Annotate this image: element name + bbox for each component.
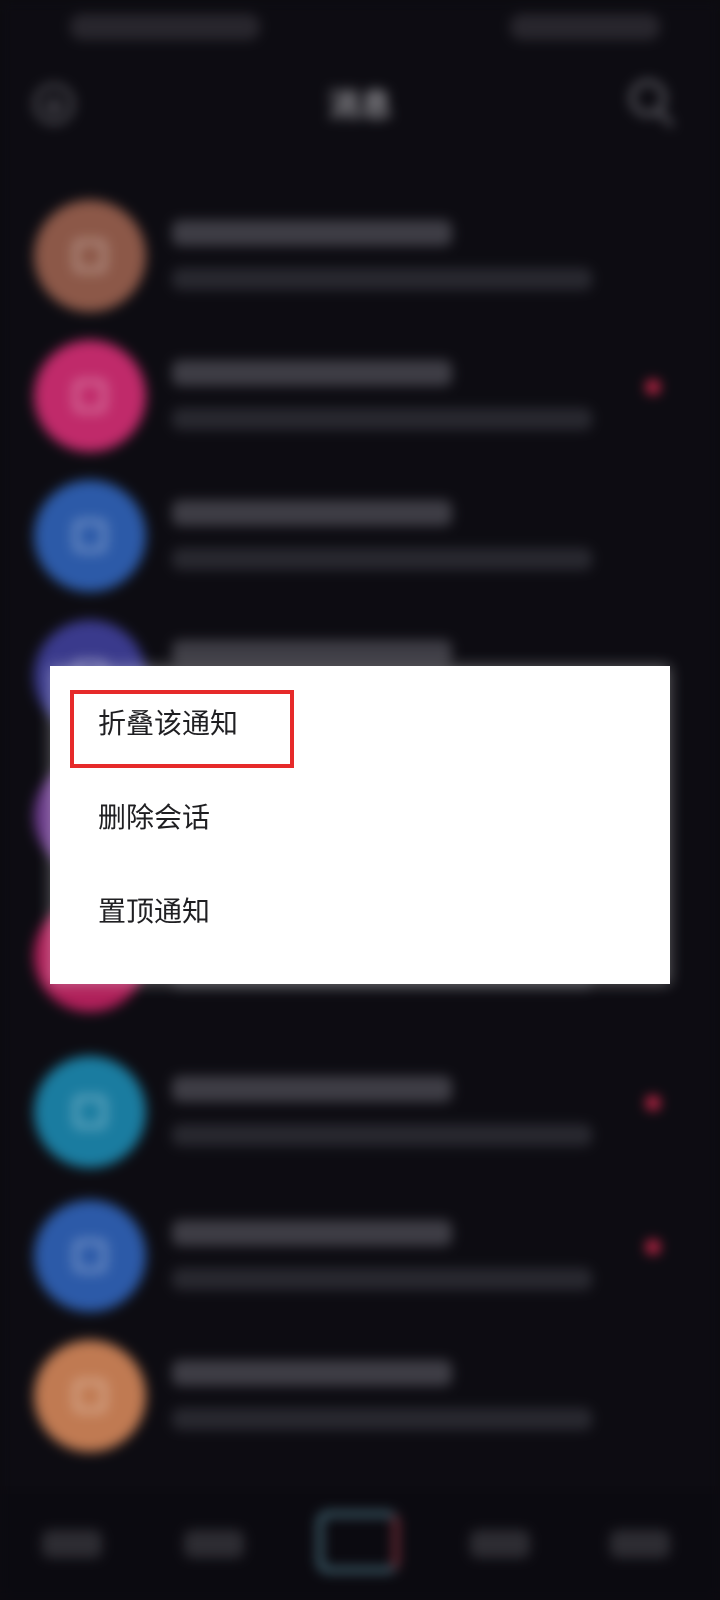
battery-time	[510, 14, 660, 40]
list-item[interactable]	[0, 1046, 720, 1186]
carrier-signal	[70, 14, 260, 40]
status-bar	[0, 0, 720, 56]
conversation-preview	[172, 548, 592, 570]
conversation-preview	[172, 1408, 592, 1430]
bottom-tab-bar	[0, 1490, 720, 1600]
avatar	[34, 1340, 146, 1452]
pin-notification-menu-item[interactable]: 置顶通知	[98, 892, 210, 932]
conversation-preview	[172, 1268, 592, 1290]
conversation-preview	[172, 1124, 592, 1146]
avatar	[34, 1056, 146, 1168]
avatar-icon	[74, 1380, 106, 1412]
create-button[interactable]	[318, 1512, 398, 1572]
context-menu: 折叠该通知 删除会话 置顶通知	[50, 666, 670, 984]
tab-home[interactable]	[42, 1530, 102, 1558]
unread-dot	[646, 380, 660, 394]
avatar	[34, 1200, 146, 1312]
conversation-title	[172, 220, 452, 246]
avatar-icon	[74, 1096, 106, 1128]
avatar	[34, 200, 146, 312]
unread-dot	[646, 1240, 660, 1254]
conversation-title	[172, 1220, 452, 1246]
list-item[interactable]	[0, 190, 720, 330]
avatar-icon	[74, 240, 106, 272]
avatar	[34, 340, 146, 452]
avatar-icon	[74, 520, 106, 552]
avatar-icon	[74, 380, 106, 412]
conversation-preview	[172, 268, 592, 290]
page-title: 消息	[327, 86, 392, 124]
search-icon[interactable]	[630, 80, 666, 116]
header: + 消息	[0, 56, 720, 156]
list-item[interactable]	[0, 1330, 720, 1470]
tab-friends[interactable]	[184, 1530, 244, 1558]
conversation-title	[172, 640, 452, 666]
list-item[interactable]	[0, 470, 720, 610]
conversation-title	[172, 500, 452, 526]
conversation-title	[172, 1076, 452, 1102]
avatar-icon	[74, 1240, 106, 1272]
conversation-preview	[172, 408, 592, 430]
list-item[interactable]	[0, 330, 720, 470]
conversation-title	[172, 360, 452, 386]
conversation-title	[172, 1360, 452, 1386]
delete-conversation-menu-item[interactable]: 删除会话	[98, 798, 210, 838]
avatar	[34, 480, 146, 592]
tab-me[interactable]	[610, 1530, 670, 1558]
unread-dot	[646, 1096, 660, 1110]
tab-messages[interactable]	[470, 1530, 530, 1558]
list-item[interactable]	[0, 1190, 720, 1330]
highlight-box	[70, 690, 294, 768]
